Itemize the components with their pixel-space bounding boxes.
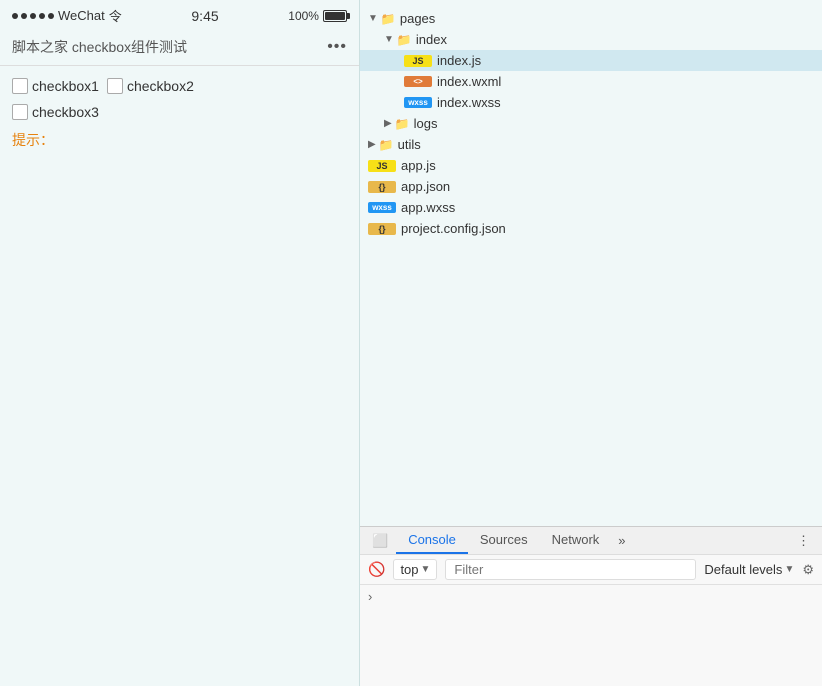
hint-text: 提示： bbox=[12, 130, 347, 150]
badge-xml-1: <> bbox=[404, 76, 432, 87]
status-right: 100% bbox=[288, 9, 347, 23]
console-tabs: ⬜ Console Sources Network » ⋮ bbox=[360, 527, 822, 555]
checkbox-label-3: checkbox3 bbox=[32, 104, 99, 120]
tree-label-index: index bbox=[416, 32, 447, 47]
battery-icon bbox=[323, 10, 347, 22]
console-tab-icon[interactable]: ⬜ bbox=[364, 528, 396, 554]
console-toolbar: 🚫 top ▼ Default levels ▼ ⚙ bbox=[360, 555, 822, 585]
phone-status-bar: WeChat 令 9:45 100% bbox=[0, 0, 359, 31]
checkbox-item-1[interactable]: checkbox1 bbox=[12, 78, 99, 94]
badge-js-1: JS bbox=[404, 55, 432, 67]
dot-2 bbox=[21, 13, 27, 19]
badge-wxss-1: wxss bbox=[404, 97, 432, 108]
checkbox-label-2: checkbox2 bbox=[127, 78, 194, 94]
tree-label-app-js: app.js bbox=[401, 158, 436, 173]
dot-3 bbox=[30, 13, 36, 19]
tree-label-logs: logs bbox=[414, 116, 438, 131]
tree-item-app-json[interactable]: {} app.json bbox=[360, 176, 822, 197]
console-body: › bbox=[360, 585, 822, 686]
prompt-arrow: › bbox=[368, 589, 372, 604]
tree-item-app-wxss[interactable]: wxss app.wxss bbox=[360, 197, 822, 218]
battery-fill bbox=[325, 12, 345, 20]
context-dropdown-icon[interactable]: ▼ bbox=[421, 564, 431, 575]
tab-console[interactable]: Console bbox=[396, 527, 468, 554]
tree-item-project-config[interactable]: {} project.config.json bbox=[360, 218, 822, 239]
tree-item-index-wxss[interactable]: wxss index.wxss bbox=[360, 92, 822, 113]
checkbox-box-2[interactable] bbox=[107, 78, 123, 94]
tree-label-app-wxss: app.wxss bbox=[401, 200, 455, 215]
checkbox-box-3[interactable] bbox=[12, 104, 28, 120]
tree-item-app-js[interactable]: JS app.js bbox=[360, 155, 822, 176]
tree-label-index-wxml: index.wxml bbox=[437, 74, 501, 89]
checkbox-group-row2: checkbox3 bbox=[12, 104, 347, 120]
nav-more-button[interactable]: ••• bbox=[327, 38, 347, 56]
phone-nav-bar: 脚本之家 checkbox组件测试 ••• bbox=[0, 31, 359, 66]
tree-label-app-json: app.json bbox=[401, 179, 450, 194]
console-panel: ⬜ Console Sources Network » ⋮ 🚫 top ▼ De… bbox=[360, 526, 822, 686]
clock-display: 9:45 bbox=[191, 8, 218, 24]
filter-input[interactable] bbox=[445, 559, 696, 580]
dot-5 bbox=[48, 13, 54, 19]
tree-item-pages[interactable]: ▼ 📁 pages bbox=[360, 8, 822, 29]
wifi-icon: 令 bbox=[109, 6, 122, 25]
badge-wxss-2: wxss bbox=[368, 202, 396, 213]
tree-item-utils[interactable]: ▶ 📁 utils bbox=[360, 134, 822, 155]
levels-dropdown-icon[interactable]: ▼ bbox=[784, 564, 794, 575]
phone-content: checkbox1 checkbox2 checkbox3 提示： bbox=[0, 66, 359, 686]
tree-label-index-wxss: index.wxss bbox=[437, 95, 501, 110]
context-selector[interactable]: top ▼ bbox=[393, 559, 437, 580]
gear-icon[interactable]: ⚙ bbox=[802, 562, 814, 578]
badge-js-2: JS bbox=[368, 160, 396, 172]
tree-label-project-config: project.config.json bbox=[401, 221, 506, 236]
tree-label-index-js: index.js bbox=[437, 53, 481, 68]
status-left: WeChat 令 bbox=[12, 6, 122, 25]
folder-icon-logs: 📁 bbox=[395, 117, 410, 131]
default-levels-selector[interactable]: Default levels ▼ bbox=[704, 562, 794, 577]
checkbox-item-3[interactable]: checkbox3 bbox=[12, 104, 99, 120]
file-tree: ▼ 📁 pages ▼ 📁 index JS index.js <> index… bbox=[360, 0, 822, 526]
nav-title: 脚本之家 checkbox组件测试 bbox=[12, 37, 187, 57]
arrow-pages: ▼ bbox=[368, 13, 378, 24]
arrow-logs: ▶ bbox=[384, 118, 392, 129]
checkbox-label-1: checkbox1 bbox=[32, 78, 99, 94]
checkbox-group-row1: checkbox1 checkbox2 bbox=[12, 78, 347, 94]
checkbox-item-2[interactable]: checkbox2 bbox=[107, 78, 194, 94]
signal-dots bbox=[12, 13, 54, 19]
badge-json-2: {} bbox=[368, 223, 396, 235]
tree-label-utils: utils bbox=[398, 137, 421, 152]
tab-sources[interactable]: Sources bbox=[468, 527, 540, 554]
console-more-button[interactable]: » bbox=[613, 528, 630, 553]
arrow-utils: ▶ bbox=[368, 139, 376, 150]
ide-panel: ▼ 📁 pages ▼ 📁 index JS index.js <> index… bbox=[360, 0, 822, 686]
arrow-index: ▼ bbox=[384, 34, 394, 45]
phone-simulator: WeChat 令 9:45 100% 脚本之家 checkbox组件测试 •••… bbox=[0, 0, 360, 686]
dot-4 bbox=[39, 13, 45, 19]
battery-bar bbox=[323, 10, 347, 22]
battery-percent: 100% bbox=[288, 9, 319, 23]
console-prompt: › bbox=[368, 589, 814, 604]
default-levels-label: Default levels bbox=[704, 562, 782, 577]
dot-1 bbox=[12, 13, 18, 19]
clear-console-button[interactable]: 🚫 bbox=[368, 561, 385, 578]
tree-item-index-folder[interactable]: ▼ 📁 index bbox=[360, 29, 822, 50]
top-label: top bbox=[400, 562, 418, 577]
app-name-label: WeChat bbox=[58, 8, 105, 23]
tree-item-index-js[interactable]: JS index.js bbox=[360, 50, 822, 71]
tab-network[interactable]: Network bbox=[540, 527, 612, 554]
folder-icon-index: 📁 bbox=[397, 33, 412, 47]
folder-icon-pages: 📁 bbox=[381, 12, 396, 26]
tree-item-logs[interactable]: ▶ 📁 logs bbox=[360, 113, 822, 134]
tree-item-index-wxml[interactable]: <> index.wxml bbox=[360, 71, 822, 92]
tree-label-pages: pages bbox=[400, 11, 435, 26]
folder-icon-utils: 📁 bbox=[379, 138, 394, 152]
console-settings-button[interactable]: ⋮ bbox=[789, 528, 818, 554]
badge-json-1: {} bbox=[368, 181, 396, 193]
checkbox-box-1[interactable] bbox=[12, 78, 28, 94]
